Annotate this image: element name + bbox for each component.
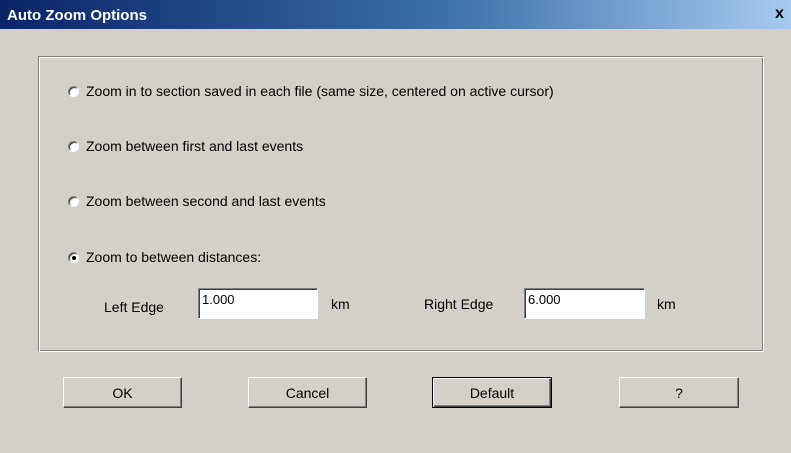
left-edge-label: Left Edge — [104, 299, 164, 315]
cancel-button[interactable]: Cancel — [248, 377, 367, 408]
left-edge-input[interactable]: 1.000 — [198, 288, 318, 319]
option-label: Zoom between second and last events — [86, 193, 326, 209]
option-zoom-first-last[interactable]: Zoom between first and last events — [68, 137, 303, 155]
option-zoom-distances[interactable]: Zoom to between distances: — [68, 248, 261, 266]
option-label: Zoom in to section saved in each file (s… — [86, 83, 554, 99]
ok-button[interactable]: OK — [63, 377, 182, 408]
radio-button[interactable] — [68, 140, 79, 152]
option-label: Zoom to between distances: — [86, 249, 262, 265]
radio-button[interactable] — [68, 85, 79, 97]
left-edge-unit: km — [331, 296, 350, 312]
right-edge-input[interactable]: 6.000 — [524, 288, 645, 319]
close-icon[interactable]: x — [775, 6, 784, 22]
option-label: Zoom between first and last events — [86, 138, 304, 154]
help-button[interactable]: ? — [619, 377, 739, 408]
radio-button[interactable] — [68, 195, 79, 207]
option-zoom-second-last[interactable]: Zoom between second and last events — [68, 192, 326, 210]
right-edge-unit: km — [657, 296, 676, 312]
radio-button-selected[interactable] — [68, 251, 79, 263]
title-bar: Auto Zoom Options x — [0, 0, 791, 29]
default-button[interactable]: Default — [432, 377, 552, 408]
window-title: Auto Zoom Options — [7, 7, 147, 24]
right-edge-label: Right Edge — [424, 296, 494, 312]
option-zoom-saved-section[interactable]: Zoom in to section saved in each file (s… — [68, 82, 554, 100]
